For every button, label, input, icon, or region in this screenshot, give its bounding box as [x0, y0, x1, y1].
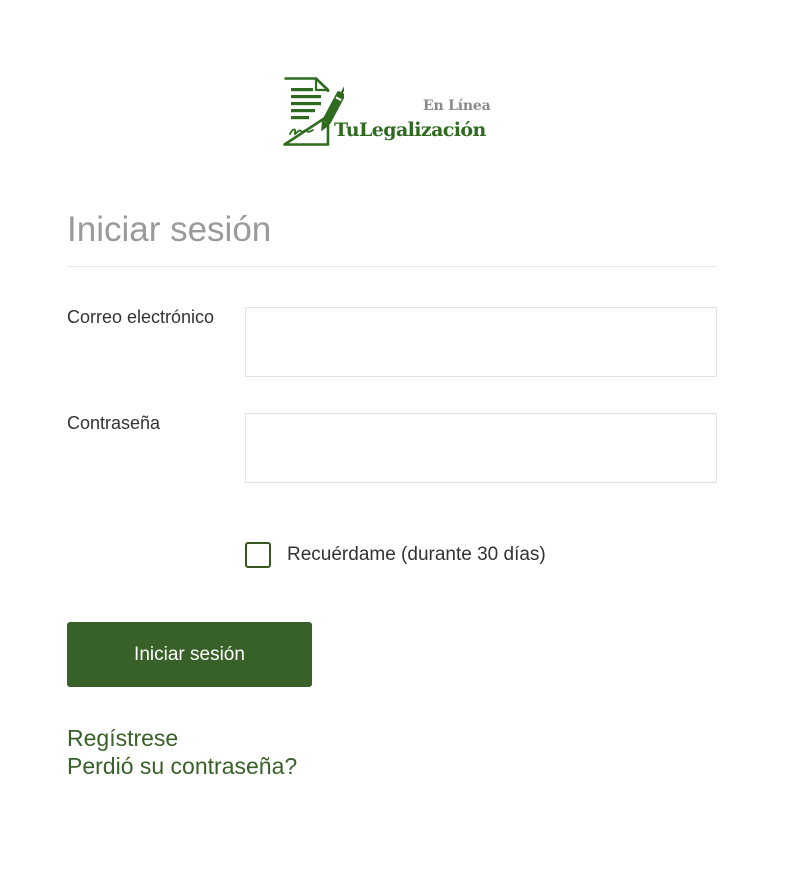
email-field[interactable]	[245, 307, 717, 377]
register-link[interactable]: Regístrese	[67, 724, 178, 752]
password-field[interactable]	[245, 413, 717, 483]
brand-logo: En Línea TuLegalización	[282, 76, 504, 148]
email-label: Correo electrónico	[67, 307, 215, 327]
remember-me-label[interactable]: Recuérdame (durante 30 días)	[287, 542, 546, 568]
brand-tagline: En Línea	[423, 98, 491, 114]
login-button[interactable]: Iniciar sesión	[67, 622, 312, 687]
page-title: Iniciar sesión	[67, 210, 272, 249]
login-page: En Línea TuLegalización Iniciar sesión C…	[0, 0, 794, 870]
remember-me-checkbox[interactable]	[245, 542, 271, 568]
password-label: Contraseña	[67, 413, 161, 433]
forgot-password-link[interactable]: Perdió su contraseña?	[67, 752, 297, 780]
title-divider	[67, 266, 717, 267]
brand-name: TuLegalización	[334, 119, 486, 141]
remember-me-option[interactable]: Recuérdame (durante 30 días)	[245, 542, 546, 568]
